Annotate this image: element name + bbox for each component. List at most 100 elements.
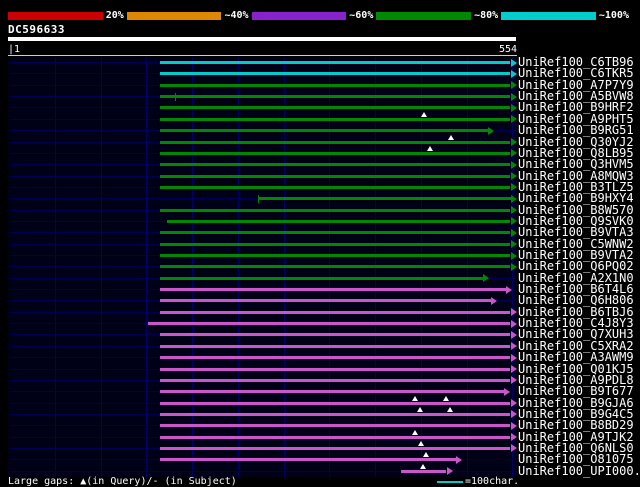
arrowhead-icon xyxy=(510,206,517,215)
arrowhead-icon xyxy=(510,103,517,112)
query-gap-marker-icon xyxy=(412,429,419,435)
alignment-bar[interactable] xyxy=(160,446,511,450)
alignment-bar[interactable] xyxy=(160,424,511,428)
key-segment xyxy=(376,11,472,20)
query-gap-marker-icon xyxy=(416,406,423,412)
arrowhead-icon xyxy=(504,387,511,396)
alignment-bar[interactable] xyxy=(160,151,511,155)
arrowhead-icon xyxy=(505,285,512,294)
query-gap-marker-icon xyxy=(447,406,454,412)
hit-label[interactable]: UniRef100_UPI000... xyxy=(518,465,640,477)
query-id: DC596633 xyxy=(8,23,65,36)
query-gap-marker-icon xyxy=(412,395,419,401)
arrowhead-icon xyxy=(510,160,517,169)
alignment-bar[interactable] xyxy=(160,231,511,235)
alignment-bar[interactable] xyxy=(160,174,511,178)
alignment-bar[interactable] xyxy=(167,219,511,223)
arrowhead-icon xyxy=(491,296,498,305)
key-label: ~60% xyxy=(349,10,374,21)
alignment-bar[interactable] xyxy=(160,435,511,439)
alignment-bar[interactable] xyxy=(160,208,511,212)
arrowhead-icon xyxy=(510,183,517,192)
arrowhead-icon xyxy=(510,330,517,339)
key-segment xyxy=(8,11,103,20)
arrowhead-icon xyxy=(510,217,517,226)
key-label: ~40% xyxy=(224,10,249,21)
alignment-bar[interactable] xyxy=(160,412,511,416)
arrowhead-icon xyxy=(510,228,517,237)
alignment-bar[interactable] xyxy=(160,401,511,405)
alignment-bar[interactable] xyxy=(160,356,511,360)
scalebar-label: =100char. xyxy=(465,476,520,487)
arrowhead-icon xyxy=(510,421,517,430)
alignment-bar[interactable] xyxy=(160,276,484,280)
arrowhead-icon xyxy=(510,92,517,101)
key-label: ~100% xyxy=(598,10,629,21)
alignment-bar[interactable] xyxy=(160,72,511,76)
arrowhead-icon xyxy=(510,376,517,385)
arrowhead-icon xyxy=(510,399,517,407)
subject-gap-tick-icon xyxy=(258,194,259,203)
alignment-bar[interactable] xyxy=(160,265,511,269)
alignment-bar[interactable] xyxy=(160,344,511,348)
alignment-graphic-view: 20% ~40% ~60% ~80% ~100% DC596633 |1 554 Uni… xyxy=(0,0,640,487)
arrowhead-icon xyxy=(510,433,517,442)
alignment-bar[interactable] xyxy=(160,333,511,337)
arrowhead-icon xyxy=(510,262,517,271)
identity-color-key: 20% ~40% ~60% ~80% ~100% xyxy=(8,9,632,22)
alignment-bar[interactable] xyxy=(148,322,511,326)
alignment-bar[interactable] xyxy=(160,185,511,189)
alignment-bar[interactable] xyxy=(160,140,511,144)
arrowhead-icon xyxy=(510,410,517,419)
alignment-bar[interactable] xyxy=(160,163,511,167)
key-label: ~80% xyxy=(474,10,499,21)
arrowhead-icon xyxy=(510,194,517,203)
arrowhead-icon xyxy=(510,251,517,260)
alignment-bar[interactable] xyxy=(160,106,511,110)
alignment-bar[interactable] xyxy=(160,458,456,462)
arrowhead-icon xyxy=(510,149,517,158)
alignment-bar[interactable] xyxy=(400,469,447,473)
query-gap-marker-icon xyxy=(427,145,433,151)
arrowhead-icon xyxy=(510,444,517,453)
alignment-bar[interactable] xyxy=(160,310,511,314)
arrowhead-icon xyxy=(510,353,517,362)
alignment-bar[interactable] xyxy=(160,367,511,371)
alignment-bar[interactable] xyxy=(160,129,488,133)
alignment-bar[interactable] xyxy=(160,288,506,291)
scale-end-label: 554 xyxy=(498,44,517,55)
alignment-bar[interactable] xyxy=(160,242,511,246)
arrowhead-icon xyxy=(510,342,517,351)
alignment-bar[interactable] xyxy=(160,83,511,87)
arrowhead-icon xyxy=(510,240,517,249)
alignment-bar[interactable] xyxy=(160,378,511,382)
arrowhead-icon xyxy=(510,138,517,146)
alignment-bar[interactable] xyxy=(258,197,511,201)
alignment-bar[interactable] xyxy=(160,390,505,394)
query-gap-marker-icon xyxy=(423,452,430,458)
arrowhead-icon xyxy=(510,172,517,180)
arrowhead-icon xyxy=(455,455,462,464)
scale-row: |1 554 xyxy=(8,43,517,56)
scalebar-line-icon xyxy=(437,480,463,483)
arrowhead-icon xyxy=(510,69,517,78)
alignment-bar[interactable] xyxy=(160,61,511,64)
key-segment xyxy=(501,11,596,20)
arrowhead-icon xyxy=(510,308,517,317)
arrowhead-icon xyxy=(510,81,517,90)
arrowhead-icon xyxy=(510,58,517,67)
query-gap-marker-icon xyxy=(420,111,427,117)
alignment-plot: UniRef100_C6TB96 UniRef100_C6TKR5 UniRef10… xyxy=(0,56,640,477)
large-gaps-legend: Large gaps: ▲(in Query)/- (in Subject) xyxy=(8,476,237,487)
alignment-bar[interactable] xyxy=(160,254,511,257)
scalebar-legend: =100char. xyxy=(437,476,519,487)
alignment-bar[interactable] xyxy=(160,117,511,121)
query-gap-marker-icon xyxy=(419,463,426,469)
arrowhead-icon xyxy=(510,319,517,328)
legend-bar: Large gaps: ▲(in Query)/- (in Subject) =… xyxy=(0,476,640,487)
query-gap-marker-icon xyxy=(417,440,424,446)
query-bar xyxy=(8,37,516,41)
alignment-bar[interactable] xyxy=(160,299,492,303)
alignment-bar[interactable] xyxy=(160,95,511,99)
arrowhead-icon xyxy=(510,115,517,124)
